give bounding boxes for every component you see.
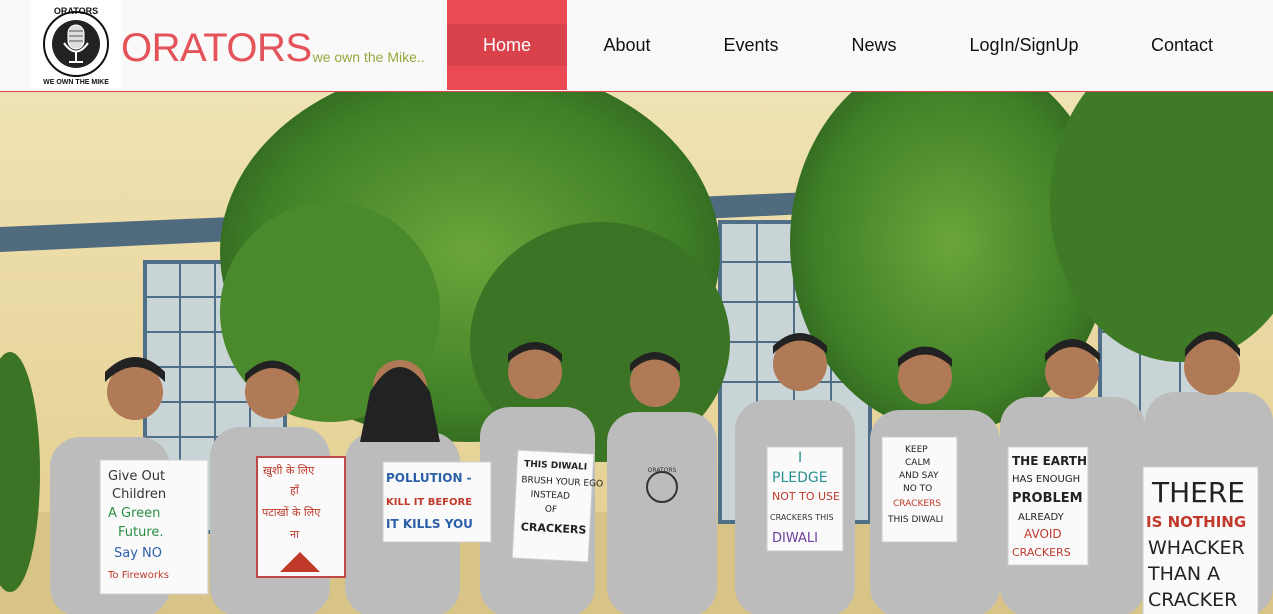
logo-top-text: ORATORS <box>54 6 98 16</box>
poster-7-line-3: PROBLEM <box>1012 491 1083 506</box>
logo-bottom-text: WE OWN THE MIKE <box>43 79 109 86</box>
poster-5-line-1: I <box>798 450 802 466</box>
hero-photo: Give Out Children A Green Future. Say NO… <box>0 92 1273 614</box>
nav-news[interactable]: News <box>813 0 935 90</box>
poster-1-line-2: Children <box>112 487 166 502</box>
poster-3-line-1: POLLUTION - <box>386 471 472 485</box>
poster-1-line-6: To Fireworks <box>107 570 169 581</box>
poster-3-line-2: KILL IT BEFORE <box>386 497 472 508</box>
svg-text:THERE IS NOTHING: THERE IS NOTHING WHACKER THAN A CRACKER <box>1146 476 1251 611</box>
poster-7-line-6: CRACKERS <box>1012 546 1071 559</box>
poster-4-line-4: OF <box>545 505 558 516</box>
nav-about-label: About <box>603 34 651 55</box>
poster-1-line-1: Give Out <box>108 469 165 484</box>
poster-6-line-2: CALM <box>905 458 930 468</box>
poster-5-line-3: NOT TO USE <box>772 490 840 503</box>
poster-7-line-4: ALREADY <box>1018 512 1065 523</box>
poster-3: POLLUTION - KILL IT BEFORE IT KILLS YOU <box>382 461 492 543</box>
site-logo[interactable]: ORATORS WE OWN THE MIKE <box>31 0 121 88</box>
poster-8-line-4: THAN A <box>1147 563 1220 585</box>
brand[interactable]: ORATORS we own the Mike.. <box>121 24 425 68</box>
poster-2-line-2: हाँ <box>290 484 300 497</box>
poster-5-line-2: PLEDGE <box>772 470 828 486</box>
nav-home[interactable]: Home <box>447 0 567 90</box>
poster-2: ख़ुशी के लिए हाँ पटाखों के लिए ना <box>256 456 346 578</box>
poster-1: Give Out Children A Green Future. Say NO… <box>99 459 209 595</box>
poster-5-line-4: CRACKERS THIS <box>770 513 834 522</box>
nav-home-label: Home <box>482 34 531 55</box>
poster-7-line-2: HAS ENOUGH <box>1012 474 1080 485</box>
poster-6-line-4: NO TO <box>903 484 932 494</box>
nav-events[interactable]: Events <box>689 0 813 90</box>
poster-8-line-3: WHACKER <box>1148 537 1245 559</box>
nav-contact[interactable]: Contact <box>1113 0 1251 90</box>
poster-8-line-2: IS NOTHING <box>1146 513 1246 531</box>
poster-3-line-3: IT KILLS YOU <box>386 517 473 531</box>
poster-2-line-4: ना <box>290 528 299 541</box>
nav-events-label: Events <box>723 34 779 55</box>
poster-1-line-5: Say NO <box>114 546 162 561</box>
tshirt-text: ORATORS <box>648 467 677 474</box>
poster-1-line-3: A Green <box>108 506 160 521</box>
poster-6: KEEP CALM AND SAY NO TO CRACKERS THIS DI… <box>881 436 958 543</box>
poster-5: I PLEDGE NOT TO USE CRACKERS THIS DIWALI <box>766 446 844 552</box>
brand-tagline: we own the Mike.. <box>312 49 425 65</box>
poster-6-line-1: KEEP <box>905 445 928 455</box>
poster-6-line-6: THIS DIWALI <box>887 515 943 525</box>
brand-name: ORATORS <box>121 26 312 70</box>
nav-login-signup-label: LogIn/SignUp <box>969 34 1079 55</box>
poster-7: THE EARTH HAS ENOUGH PROBLEM ALREADY AVO… <box>1007 446 1089 566</box>
poster-7-line-1: THE EARTH <box>1012 454 1087 468</box>
nav-contact-label: Contact <box>1150 34 1214 55</box>
poster-2-line-1: ख़ुशी के लिए <box>263 464 315 477</box>
poster-8-line-5: CRACKER <box>1148 589 1237 611</box>
nav-news-label: News <box>851 34 897 55</box>
poster-6-line-3: AND SAY <box>899 471 939 481</box>
hero-image: Give Out Children A Green Future. Say NO… <box>0 92 1273 614</box>
poster-8: THERE IS NOTHING WHACKER THAN A CRACKER <box>1142 466 1259 614</box>
poster-4-line-3: INSTEAD <box>530 490 570 502</box>
nav-about[interactable]: About <box>567 0 687 90</box>
poster-1-line-4: Future. <box>118 525 164 540</box>
svg-text:POLLUTION - KILL IT BE: POLLUTION - KILL IT BEFORE IT KILLS YOU <box>386 471 476 531</box>
poster-2-line-3: पटाखों के लिए <box>262 506 321 519</box>
poster-5-line-5: DIWALI <box>772 531 818 546</box>
poster-6-line-5: CRACKERS <box>893 499 941 509</box>
site-header: ORATORS WE OWN THE MIKE ORATORS we own t… <box>0 0 1273 92</box>
nav-login-signup[interactable]: LogIn/SignUp <box>935 0 1113 90</box>
poster-8-line-1: THERE <box>1151 476 1245 509</box>
microphone-icon: ORATORS WE OWN THE MIKE <box>43 6 109 86</box>
poster-7-line-5: AVOID <box>1024 527 1062 541</box>
